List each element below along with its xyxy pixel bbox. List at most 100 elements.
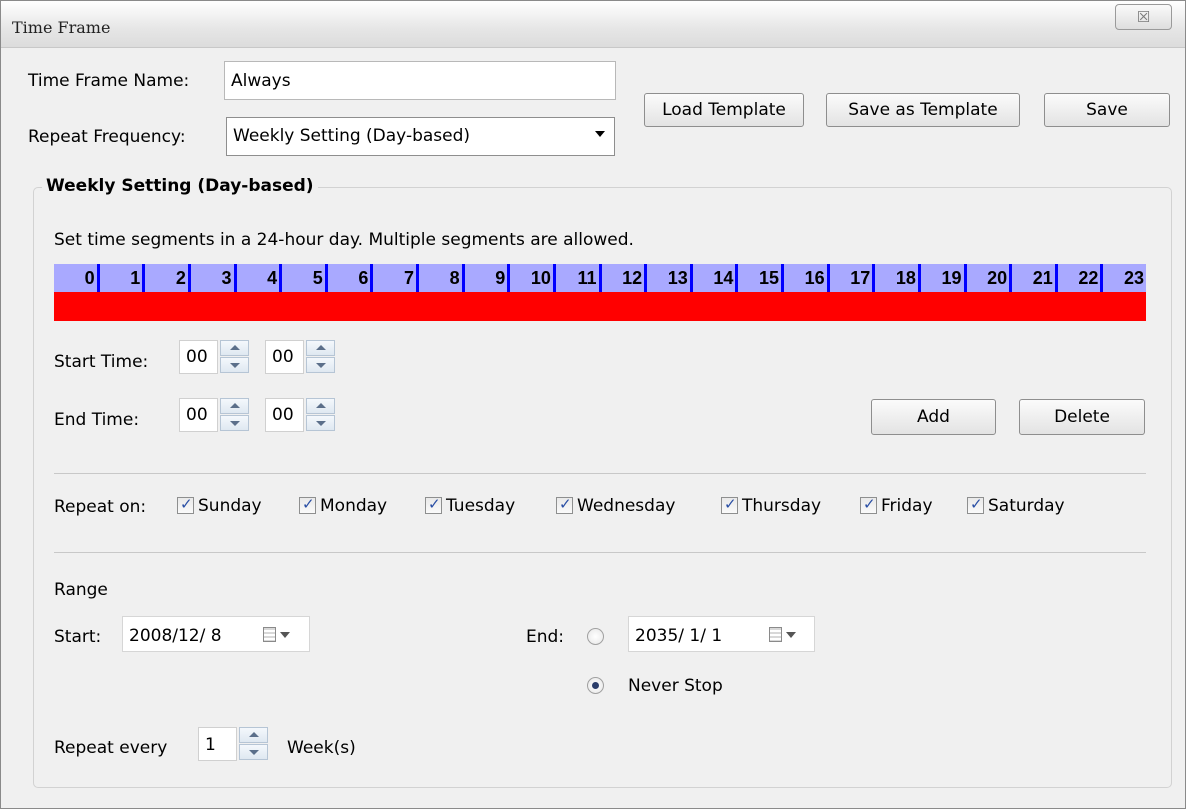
hour-label: 12 (601, 264, 648, 292)
hour-label: 2 (145, 264, 191, 292)
hour-label: 14 (692, 264, 739, 292)
title-bar (1, 1, 1185, 48)
end-hour-value: 00 (186, 405, 208, 425)
day-label-saturday: Saturday (988, 496, 1065, 516)
window-title: Time Frame (12, 18, 111, 37)
spin-down-icon[interactable] (220, 357, 249, 373)
spin-down-icon[interactable] (306, 357, 335, 373)
start-hour-input[interactable]: 00 (179, 340, 218, 374)
checkbox-saturday[interactable] (967, 495, 984, 514)
spin-down-icon[interactable] (306, 415, 335, 431)
never-stop-radio[interactable] (587, 677, 604, 694)
hour-label: 16 (784, 264, 830, 292)
repeat-every-input[interactable]: 1 (198, 727, 237, 761)
spin-up-icon[interactable] (220, 340, 249, 356)
segments-instruction: Set time segments in a 24-hour day. Mult… (54, 230, 634, 250)
never-stop-label: Never Stop (628, 676, 723, 696)
hour-label: 18 (875, 264, 921, 292)
repeat-frequency-label: Repeat Frequency: (28, 127, 186, 147)
hour-label: 20 (966, 264, 1013, 292)
range-end-label: End: (526, 627, 565, 647)
day-label-friday: Friday (881, 496, 933, 516)
day-label-wednesday: Wednesday (577, 496, 676, 516)
close-button[interactable]: ☒ (1115, 4, 1172, 30)
checkbox-tuesday[interactable] (425, 495, 442, 514)
range-end-date: 2035/ 1/ 1 (635, 626, 723, 646)
separator (54, 552, 1146, 553)
hour-label: 19 (920, 264, 967, 292)
start-time-label: Start Time: (54, 352, 149, 372)
save-button[interactable]: Save (1044, 93, 1170, 127)
checkbox-sunday[interactable] (177, 495, 194, 514)
repeat-frequency-select[interactable]: Weekly Setting (Day-based) (226, 117, 615, 156)
end-minute-spinner[interactable] (306, 398, 337, 431)
hour-label: 11 (555, 264, 602, 292)
spin-up-icon[interactable] (306, 398, 335, 414)
add-button[interactable]: Add (871, 399, 996, 435)
spin-down-icon[interactable] (220, 415, 249, 431)
load-template-button[interactable]: Load Template (644, 93, 804, 127)
start-minute-spinner[interactable] (306, 340, 337, 373)
hour-label: 6 (327, 264, 374, 292)
repeat-frequency-value: Weekly Setting (Day-based) (233, 126, 471, 146)
repeat-unit-label: Week(s) (287, 738, 356, 758)
checkbox-friday[interactable] (860, 495, 877, 514)
hour-label: 7 (373, 264, 419, 292)
calendar-icon[interactable] (263, 625, 291, 645)
range-start-date: 2008/12/ 8 (129, 626, 222, 646)
spin-up-icon[interactable] (306, 340, 335, 356)
end-minute-input[interactable]: 00 (265, 398, 304, 432)
end-time-label: End Time: (54, 410, 140, 430)
hour-label: 5 (282, 264, 328, 292)
spin-down-icon[interactable] (239, 744, 268, 760)
hour-label: 22 (1057, 264, 1104, 292)
day-label-monday: Monday (320, 496, 388, 516)
start-hour-spinner[interactable] (220, 340, 251, 373)
repeat-on-label: Repeat on: (54, 497, 147, 517)
hour-label: 0 (54, 264, 100, 292)
range-start-date-picker[interactable]: 2008/12/ 8 (122, 616, 310, 652)
delete-button[interactable]: Delete (1019, 399, 1145, 435)
time-frame-name-label: Time Frame Name: (28, 71, 190, 91)
end-date-radio[interactable] (587, 628, 604, 645)
calendar-icon[interactable] (769, 625, 797, 645)
hour-label: 10 (510, 264, 556, 292)
hour-label: 23 (1103, 264, 1146, 292)
hour-label: 4 (236, 264, 283, 292)
hour-label: 17 (829, 264, 876, 292)
chevron-down-icon (595, 131, 605, 137)
hour-label: 3 (190, 264, 237, 292)
checkbox-wednesday[interactable] (556, 495, 573, 514)
save-as-template-button[interactable]: Save as Template (826, 93, 1020, 127)
time-frame-name-value: Always (231, 71, 291, 91)
checkbox-monday[interactable] (299, 495, 316, 514)
repeat-every-spinner[interactable] (239, 727, 270, 760)
hour-label: 1 (99, 264, 146, 292)
weekly-setting-legend: Weekly Setting (Day-based) (42, 176, 318, 196)
end-hour-spinner[interactable] (220, 398, 251, 431)
hour-label: 13 (647, 264, 693, 292)
range-title: Range (54, 580, 108, 600)
hour-label: 15 (738, 264, 784, 292)
hour-label: 21 (1012, 264, 1058, 292)
spin-up-icon[interactable] (220, 398, 249, 414)
hour-labels: 0 1 2 3 4 5 6 7 8 9 10 11 12 13 14 15 16 17 18 19 20 21 22 23 (54, 264, 1146, 292)
range-end-date-picker[interactable]: 2035/ 1/ 1 (628, 616, 815, 652)
end-hour-input[interactable]: 00 (179, 398, 218, 432)
day-label-thursday: Thursday (742, 496, 822, 516)
start-minute-input[interactable]: 00 (265, 340, 304, 374)
repeat-every-label: Repeat every (54, 738, 168, 758)
time-segment-bar[interactable]: 0 1 2 3 4 5 6 7 8 9 10 11 12 13 14 15 16 17 18 19 20 21 22 23 (54, 264, 1146, 321)
hour-label: 8 (419, 264, 465, 292)
spin-up-icon[interactable] (239, 727, 268, 743)
range-start-label: Start: (54, 627, 102, 647)
end-minute-value: 00 (272, 405, 294, 425)
repeat-every-value: 1 (205, 735, 216, 755)
day-label-sunday: Sunday (198, 496, 262, 516)
checkbox-thursday[interactable] (721, 495, 738, 514)
hour-label: 9 (464, 264, 511, 292)
start-hour-value: 00 (186, 347, 208, 367)
selected-segment[interactable] (54, 292, 1146, 321)
time-frame-name-input[interactable]: Always (224, 61, 616, 100)
separator (54, 473, 1146, 474)
